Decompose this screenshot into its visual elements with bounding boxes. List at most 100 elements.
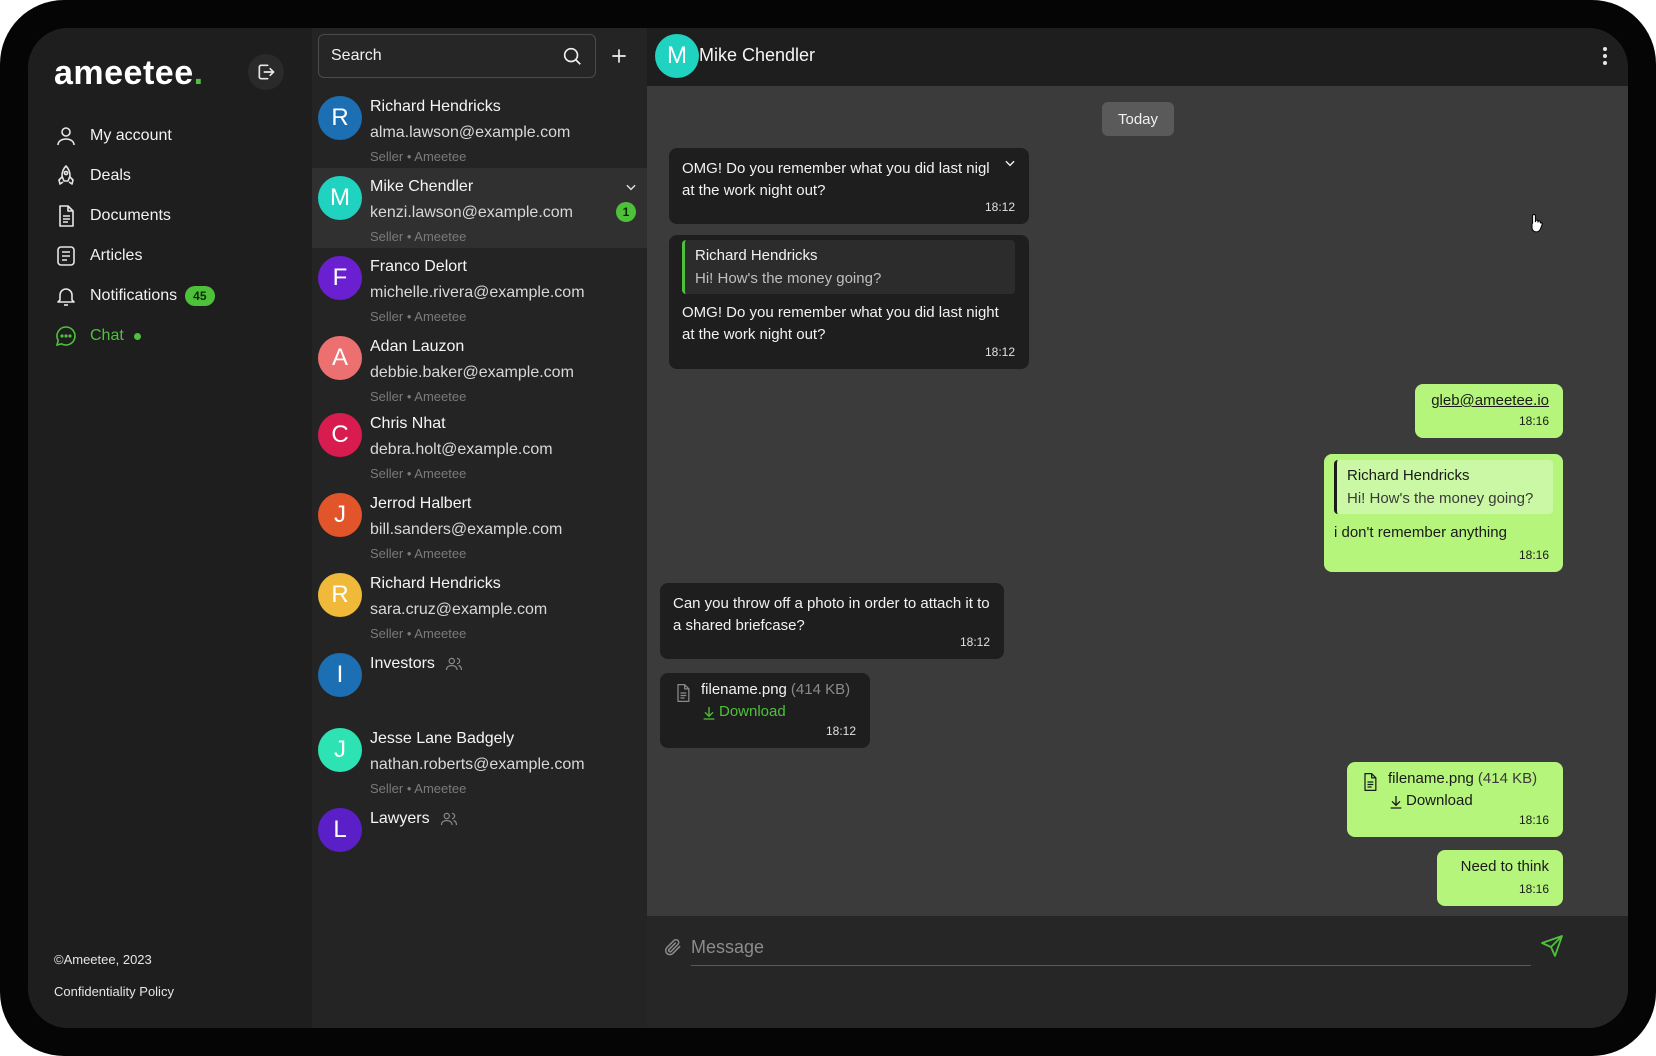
- contact-name-text: Chris Nhat: [370, 415, 446, 432]
- contact-meta: Seller • Ameetee: [370, 466, 467, 481]
- user-icon: [57, 127, 75, 146]
- contact-list: R Richard Hendricks alma.lawson@example.…: [312, 88, 647, 880]
- rocket-icon: [58, 165, 74, 185]
- chat-panel: M Mike Chendler Today OMG! Do you rememb…: [647, 28, 1628, 1028]
- message-text: Can you throw off a photo in order to at…: [673, 595, 990, 634]
- contact-item[interactable]: F Franco Delort michelle.rivera@example.…: [312, 248, 647, 328]
- avatar: R: [318, 573, 362, 617]
- contact-item[interactable]: C Chris Nhat debra.holt@example.com Sell…: [312, 405, 647, 485]
- file-size: (414 KB): [790, 681, 851, 698]
- device-frame: ameetee. My account Deals Documents Arti…: [0, 0, 1656, 1056]
- message-composer: [647, 916, 1628, 1028]
- contact-name: Chris Nhat: [370, 415, 446, 433]
- contact-item[interactable]: R Richard Hendricks alma.lawson@example.…: [312, 88, 647, 168]
- nav-item-notifications[interactable]: Notifications 45: [54, 276, 215, 316]
- search-box[interactable]: [318, 34, 596, 78]
- notifications-badge: 45: [185, 286, 215, 306]
- message-text: OMG! Do you remember what you did last n…: [682, 304, 999, 343]
- message-input[interactable]: [691, 930, 1531, 966]
- paperclip-icon[interactable]: [663, 936, 683, 958]
- download-icon: [703, 707, 715, 720]
- contact-email: kenzi.lawson@example.com: [370, 204, 573, 221]
- chat-avatar[interactable]: M: [655, 34, 699, 78]
- quoted-reply[interactable]: Richard Hendricks Hi! How's the money go…: [1334, 460, 1553, 514]
- nav-item-documents[interactable]: Documents: [54, 196, 215, 236]
- logo: ameetee.: [54, 54, 204, 93]
- contact-name: Franco Delort: [370, 258, 467, 276]
- file-attachment[interactable]: filename.png (414 KB) Download: [1360, 768, 1549, 812]
- quoted-reply[interactable]: Richard Hendricks Hi! How's the money go…: [682, 240, 1015, 294]
- day-separator: Today: [1102, 102, 1174, 136]
- email-link[interactable]: gleb@ameetee.io: [1431, 392, 1549, 409]
- contact-meta: Seller • Ameetee: [370, 149, 467, 164]
- contact-item[interactable]: A Adan Lauzon debbie.baker@example.com S…: [312, 328, 647, 405]
- message-outgoing-file[interactable]: filename.png (414 KB) Download 18:16: [1347, 762, 1563, 837]
- send-icon[interactable]: [1540, 934, 1564, 958]
- document-icon: [59, 205, 74, 227]
- contact-item[interactable]: R Richard Hendricks sara.cruz@example.co…: [312, 565, 647, 645]
- search-icon[interactable]: [561, 45, 583, 67]
- contact-name-text: Richard Hendricks: [370, 575, 501, 592]
- contact-name-text: Franco Delort: [370, 258, 467, 275]
- logout-icon: [258, 64, 275, 80]
- message-time: 18:16: [1518, 548, 1549, 562]
- message-time: 18:12: [825, 724, 856, 738]
- message-outgoing[interactable]: Need to think 18:16: [1437, 850, 1563, 906]
- contact-name-text: Adan Lauzon: [370, 338, 465, 355]
- avatar: R: [318, 96, 362, 140]
- chevron-down-icon[interactable]: [1003, 156, 1017, 170]
- message-incoming-file[interactable]: filename.png (414 KB) Download 18:12: [660, 673, 870, 748]
- nav-item-deals[interactable]: Deals: [54, 156, 215, 196]
- message-incoming[interactable]: Can you throw off a photo in order to at…: [660, 583, 1004, 659]
- avatar: I: [318, 653, 362, 697]
- search-input[interactable]: [331, 47, 531, 65]
- message-time: 18:12: [984, 200, 1015, 214]
- message-outgoing[interactable]: gleb@ameetee.io 18:16: [1415, 384, 1563, 438]
- message-outgoing-reply[interactable]: Richard Hendricks Hi! How's the money go…: [1324, 454, 1563, 572]
- contact-item-group[interactable]: I Investors: [312, 645, 647, 720]
- avatar: A: [318, 336, 362, 380]
- contact-name: Adan Lauzon: [370, 338, 464, 356]
- contact-name-text: Richard Hendricks: [370, 98, 501, 115]
- avatar: F: [318, 256, 362, 300]
- file-name: filename.png: [701, 681, 787, 698]
- chevron-down-icon[interactable]: [624, 180, 638, 194]
- message-incoming-reply[interactable]: Richard Hendricks Hi! How's the money go…: [669, 235, 1029, 369]
- chat-title[interactable]: Mike Chendler: [699, 45, 815, 66]
- nav-item-label: Articles: [90, 247, 143, 264]
- plus-icon: [612, 49, 626, 63]
- hand-cursor-icon: [1531, 213, 1543, 233]
- contact-name-text: Lawyers: [370, 810, 430, 827]
- message-incoming[interactable]: OMG! Do you remember what you did last n…: [669, 148, 1029, 224]
- contact-name-text: Jerrod Halbert: [370, 495, 472, 512]
- chat-icon: [55, 326, 76, 347]
- logo-text: ameetee: [54, 54, 194, 92]
- nav-item-label: Notifications: [90, 287, 178, 304]
- contact-item-group[interactable]: L Lawyers: [312, 800, 647, 880]
- contact-item[interactable]: J Jesse Lane Badgely nathan.roberts@exam…: [312, 720, 647, 800]
- confidentiality-policy-link[interactable]: Confidentiality Policy: [54, 984, 174, 999]
- file-name: filename.png: [1388, 770, 1474, 787]
- logout-button[interactable]: [248, 54, 284, 90]
- contact-item[interactable]: J Jerrod Halbert bill.sanders@example.co…: [312, 485, 647, 565]
- file-attachment[interactable]: filename.png (414 KB) Download: [673, 679, 856, 723]
- message-text: Need to think: [1460, 858, 1549, 875]
- contact-item-active[interactable]: M Mike Chendler kenzi.lawson@example.com…: [312, 168, 647, 248]
- contact-email: michelle.rivera@example.com: [370, 284, 585, 301]
- avatar: J: [318, 728, 362, 772]
- download-link[interactable]: Download: [1388, 790, 1537, 812]
- contact-name: Lawyers: [370, 810, 458, 828]
- nav-item-my-account[interactable]: My account: [54, 116, 215, 156]
- more-vertical-icon[interactable]: [1602, 46, 1608, 66]
- contact-name: Investors: [370, 655, 463, 673]
- sidebar: ameetee. My account Deals Documents Arti…: [28, 28, 312, 1028]
- avatar: C: [318, 413, 362, 457]
- message-time: 18:16: [1518, 882, 1549, 896]
- contact-name: Richard Hendricks: [370, 98, 501, 116]
- contact-name: Richard Hendricks: [370, 575, 501, 593]
- add-chat-button[interactable]: [604, 41, 634, 71]
- search-row: [312, 28, 647, 89]
- nav-item-articles[interactable]: Articles: [54, 236, 215, 276]
- unread-badge: 1: [616, 202, 636, 222]
- nav-item-chat[interactable]: Chat: [54, 316, 215, 356]
